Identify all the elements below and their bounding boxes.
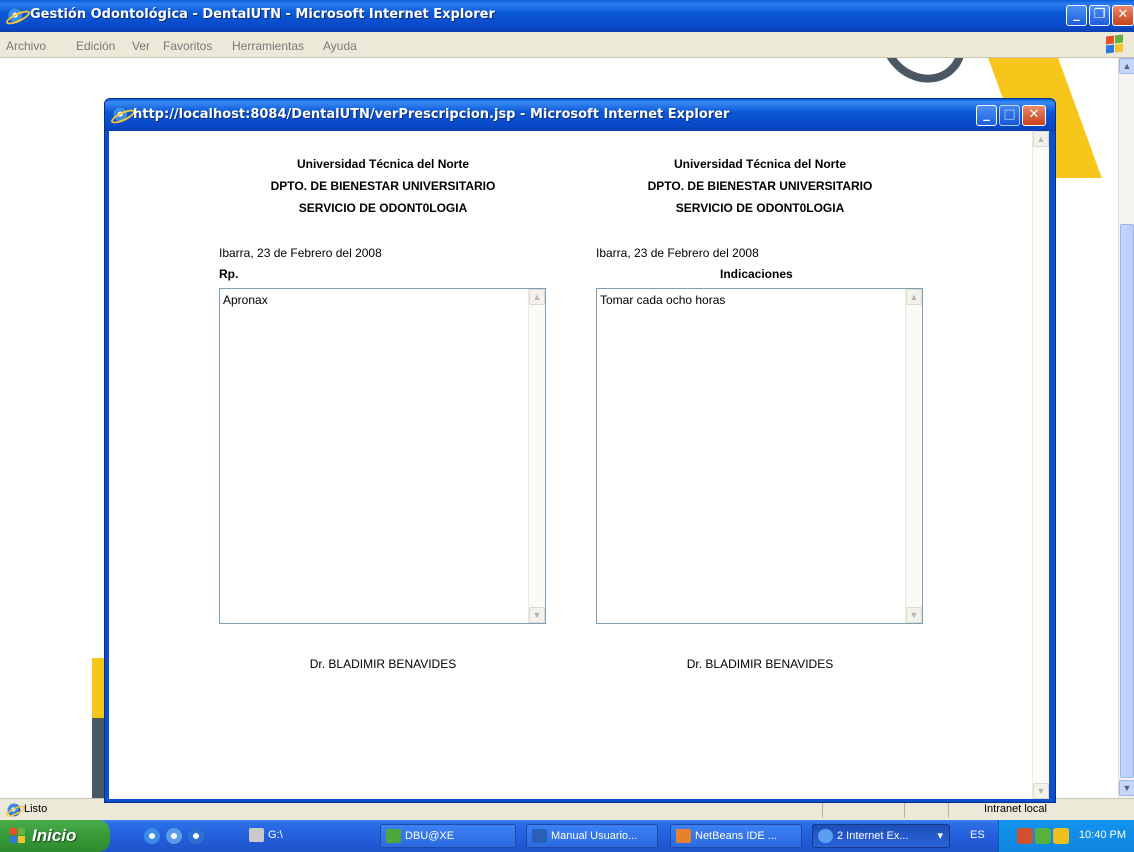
right-header-department: DPTO. DE BIENESTAR UNIVERSITARIO — [647, 179, 873, 193]
ie-icon — [818, 829, 833, 843]
taskbar-dbu-button[interactable]: DBU@XE — [380, 824, 516, 848]
security-zone: Intranet local — [984, 803, 1047, 815]
database-icon — [386, 829, 401, 843]
quicklaunch-ie-icon[interactable] — [144, 828, 160, 844]
scroll-up-icon[interactable]: ▲ — [1119, 58, 1134, 74]
popup-window: http://localhost:8084/DentalUTN/verPresc… — [104, 98, 1056, 803]
close-icon: ✕ — [1028, 107, 1040, 122]
scroll-down-icon[interactable]: ▼ — [529, 607, 545, 623]
rp-textarea[interactable]: Apronax ▲ ▼ — [219, 288, 546, 624]
menu-herramientas[interactable]: Herramientas — [232, 39, 304, 53]
taskbar-dbu-label: DBU@XE — [405, 830, 455, 842]
status-divider — [822, 802, 823, 818]
drive-icon — [249, 828, 264, 842]
menu-archivo[interactable]: Archivo — [6, 39, 46, 53]
popup-titlebar: http://localhost:8084/DentalUTN/verPresc… — [105, 99, 1055, 131]
indicaciones-textarea[interactable]: Tomar cada ocho horas ▲ ▼ — [596, 288, 923, 624]
close-icon: ✕ — [1117, 7, 1129, 22]
taskbar-ie-group-button[interactable]: 2 Internet Ex... ▾ — [812, 824, 950, 848]
quicklaunch-media-icon[interactable] — [188, 828, 204, 844]
left-doctor-name: Dr. BLADIMIR BENAVIDES — [309, 657, 457, 671]
quicklaunch-outlook-icon[interactable] — [166, 828, 182, 844]
minimize-icon: _ — [983, 107, 990, 122]
scroll-down-icon[interactable]: ▼ — [1119, 780, 1134, 796]
security-icon[interactable] — [1035, 828, 1051, 844]
maximize-icon: □ — [1003, 107, 1016, 122]
menu-ver[interactable]: Ver — [132, 39, 150, 53]
taskbar-ie-label: 2 Internet Ex... — [837, 830, 909, 842]
taskbar: Inicio G:\ DBU@XE Manual Usuario... NetB… — [0, 820, 1134, 852]
taskbar-drive-label: G:\ — [268, 829, 283, 841]
ie-icon — [8, 8, 24, 24]
indicaciones-label: Indicaciones — [720, 267, 793, 281]
scroll-up-icon[interactable]: ▲ — [1033, 131, 1049, 147]
system-tray: 10:40 PM — [998, 820, 1134, 852]
rp-label: Rp. — [219, 267, 239, 281]
status-divider — [948, 802, 949, 818]
scroll-up-icon[interactable]: ▲ — [906, 289, 922, 305]
restore-icon: ❐ — [1093, 7, 1106, 22]
outer-minimize-button[interactable]: _ — [1066, 5, 1087, 26]
taskbar-netbeans-label: NetBeans IDE ... — [695, 830, 777, 842]
netbeans-icon — [676, 829, 691, 843]
scroll-up-icon[interactable]: ▲ — [529, 289, 545, 305]
indicaciones-textarea-scrollbar[interactable]: ▲ ▼ — [905, 289, 922, 623]
popup-maximize-button: □ — [999, 105, 1020, 126]
word-document-icon — [532, 829, 547, 843]
indicaciones-textarea-value: Tomar cada ocho horas — [600, 293, 726, 307]
popup-vertical-scrollbar[interactable]: ▲ ▼ — [1032, 131, 1049, 799]
start-flag-icon — [10, 828, 26, 844]
rp-textarea-scrollbar[interactable]: ▲ ▼ — [528, 289, 545, 623]
taskbar-netbeans-button[interactable]: NetBeans IDE ... — [670, 824, 802, 848]
scroll-down-icon[interactable]: ▼ — [906, 607, 922, 623]
start-button[interactable]: Inicio — [0, 820, 110, 852]
left-header-department: DPTO. DE BIENESTAR UNIVERSITARIO — [270, 179, 496, 193]
left-header-university: Universidad Técnica del Norte — [296, 157, 470, 171]
network-icon[interactable] — [1017, 828, 1033, 844]
messenger-icon[interactable] — [1053, 828, 1069, 844]
start-label: Inicio — [32, 826, 77, 845]
popup-minimize-button[interactable]: _ — [976, 105, 997, 126]
scrollbar-thumb[interactable] — [1120, 224, 1134, 778]
windows-logo-icon — [1104, 34, 1124, 54]
popup-close-button[interactable]: ✕ — [1022, 105, 1046, 126]
background-logo-arc — [862, 58, 984, 101]
left-header-service: SERVICIO DE ODONT0LOGIA — [298, 201, 468, 215]
rp-textarea-value: Apronax — [223, 293, 268, 307]
status-page-icon — [7, 803, 21, 817]
outer-restore-button[interactable]: ❐ — [1089, 5, 1110, 26]
taskbar-manual-button[interactable]: Manual Usuario... — [526, 824, 658, 848]
menu-favoritos[interactable]: Favoritos — [163, 39, 212, 53]
taskbar-manual-label: Manual Usuario... — [551, 830, 638, 842]
outer-window-titlebar: Gestión Odontológica - DentalUTN - Micro… — [0, 0, 1134, 32]
outer-vertical-scrollbar[interactable]: ▲ ▼ — [1118, 58, 1134, 798]
ie-icon — [113, 107, 129, 123]
menu-ayuda[interactable]: Ayuda — [323, 39, 357, 53]
minimize-icon: _ — [1073, 7, 1080, 22]
scroll-down-icon[interactable]: ▼ — [1033, 783, 1049, 799]
right-date: Ibarra, 23 de Febrero del 2008 — [596, 246, 759, 260]
language-indicator[interactable]: ES — [970, 829, 985, 841]
right-header-service: SERVICIO DE ODONT0LOGIA — [675, 201, 845, 215]
menu-edicion[interactable]: Edición — [76, 39, 115, 53]
status-text: Listo — [24, 803, 48, 815]
popup-title: http://localhost:8084/DentalUTN/verPresc… — [133, 107, 730, 122]
menubar: Archivo Edición Ver Favoritos Herramient… — [0, 32, 1134, 58]
right-doctor-name: Dr. BLADIMIR BENAVIDES — [686, 657, 834, 671]
right-header-university: Universidad Técnica del Norte — [673, 157, 847, 171]
clock[interactable]: 10:40 PM — [1079, 829, 1126, 841]
left-date: Ibarra, 23 de Febrero del 2008 — [219, 246, 382, 260]
chevron-down-icon: ▾ — [937, 830, 943, 842]
prescription-page: Universidad Técnica del Norte DPTO. DE B… — [109, 131, 1049, 799]
status-divider — [904, 802, 905, 818]
outer-close-button[interactable]: ✕ — [1112, 5, 1134, 26]
taskbar-drive-button[interactable]: G:\ — [244, 824, 374, 848]
outer-window-title: Gestión Odontológica - DentalUTN - Micro… — [30, 7, 495, 22]
